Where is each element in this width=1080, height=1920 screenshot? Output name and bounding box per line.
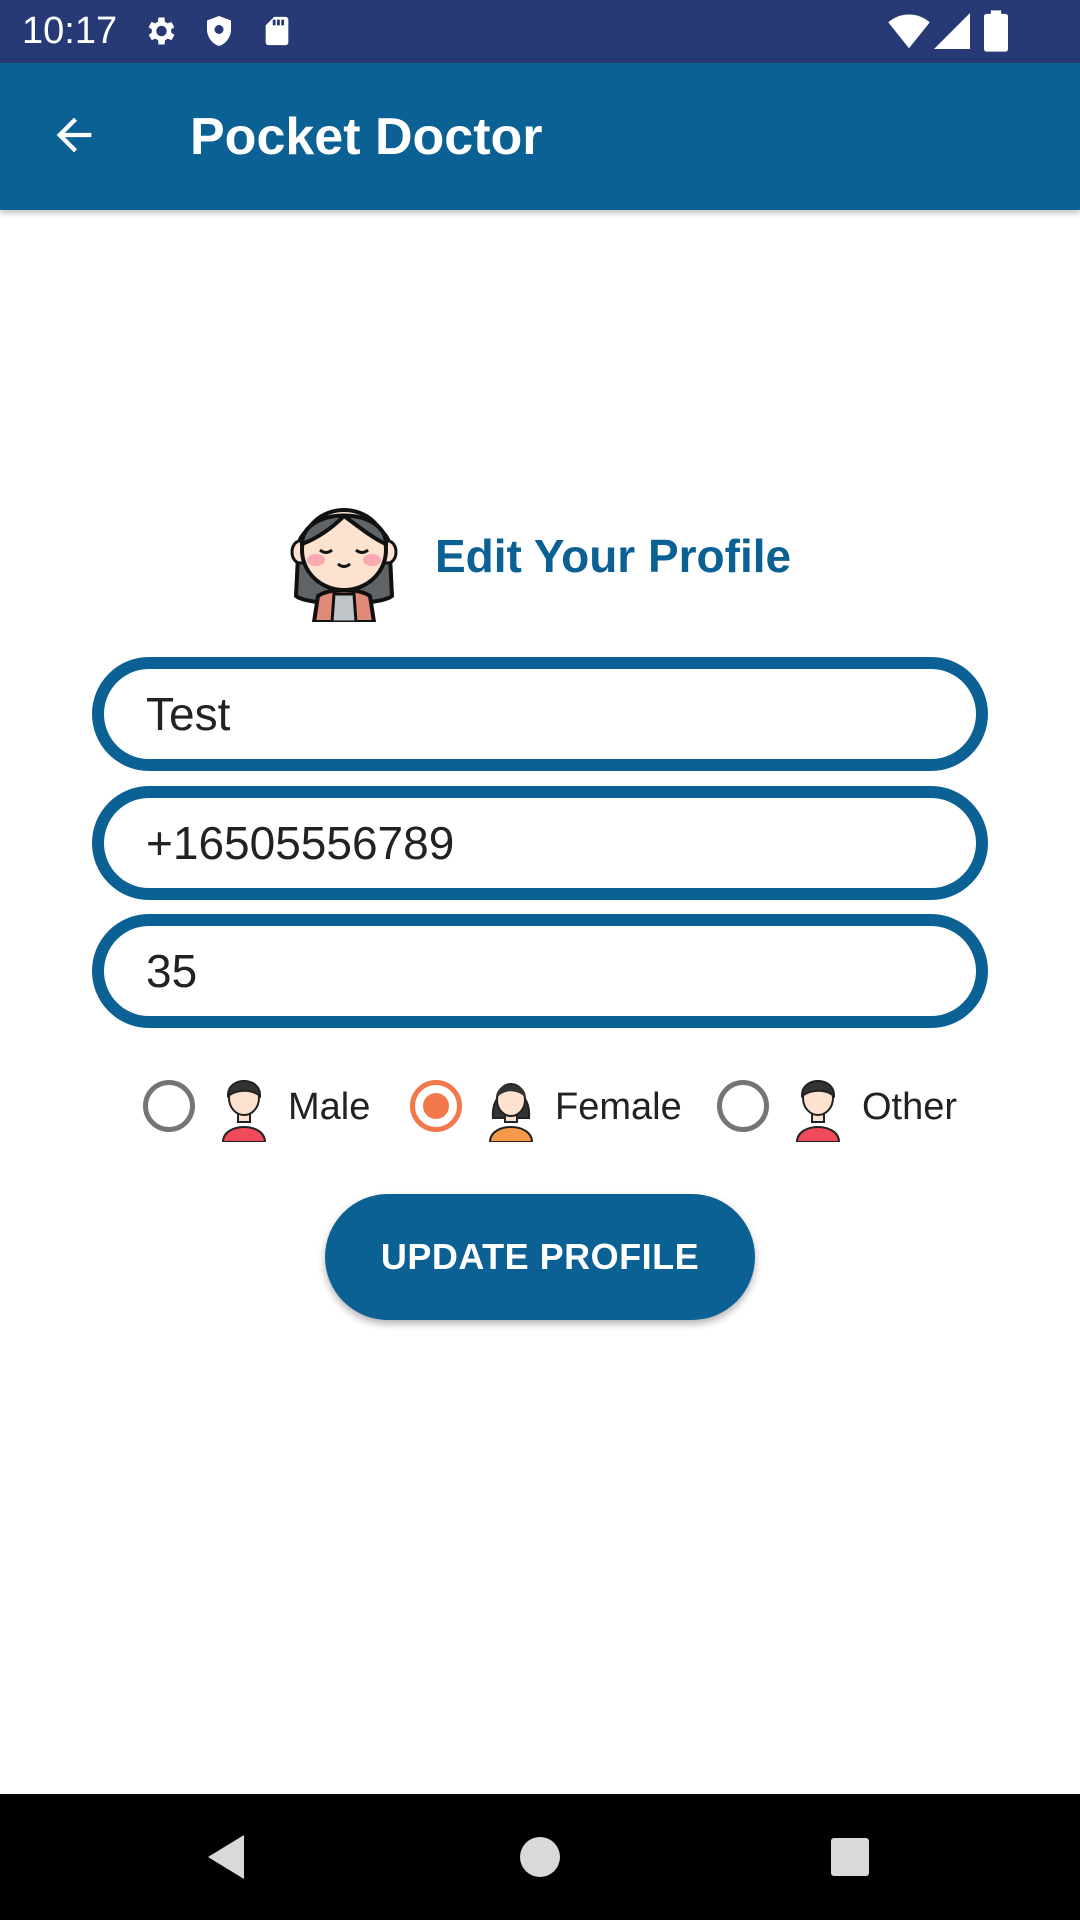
recents-square-icon[interactable] [820,1827,880,1887]
gender-radio-group: Male Female Other [0,1066,1080,1146]
male-label: Male [288,1086,371,1128]
female-radio[interactable] [410,1080,462,1132]
update-profile-button[interactable]: UPDATE PROFILE [325,1194,755,1320]
female-label: Female [555,1086,682,1128]
gender-option-other[interactable]: Other [717,1066,957,1146]
arrow-back-icon [48,109,100,166]
settings-icon [142,13,178,54]
phone-field[interactable] [92,786,988,900]
gender-option-male[interactable]: Male [143,1066,373,1146]
signal-icon [934,12,970,55]
app-title: Pocket Doctor [190,108,543,166]
name-input[interactable] [146,669,946,759]
shield-icon [201,13,237,54]
profile-heading: Edit Your Profile [435,530,792,582]
wifi-icon [888,12,930,55]
app-bar: Pocket Doctor [0,63,1080,210]
status-time: 10:17 [22,10,118,52]
name-field[interactable] [92,657,988,771]
female-avatar-icon [280,486,408,624]
male-radio[interactable] [143,1080,195,1132]
gender-option-female[interactable]: Female [410,1066,682,1146]
back-triangle-icon[interactable] [200,1827,260,1887]
other-radio[interactable] [717,1080,769,1132]
other-figure-icon [793,1072,843,1143]
age-input[interactable] [146,926,946,1016]
back-button[interactable] [36,99,112,175]
system-nav-bar [0,1794,1080,1920]
age-field[interactable] [92,914,988,1028]
other-label: Other [862,1086,958,1128]
home-circle-icon[interactable] [510,1827,570,1887]
male-figure-icon [219,1072,269,1143]
battery-icon [984,10,1008,57]
sd-card-icon [260,13,294,54]
phone-input[interactable] [146,798,946,888]
status-bar: 10:17 [0,0,1080,63]
female-figure-icon [486,1072,536,1143]
